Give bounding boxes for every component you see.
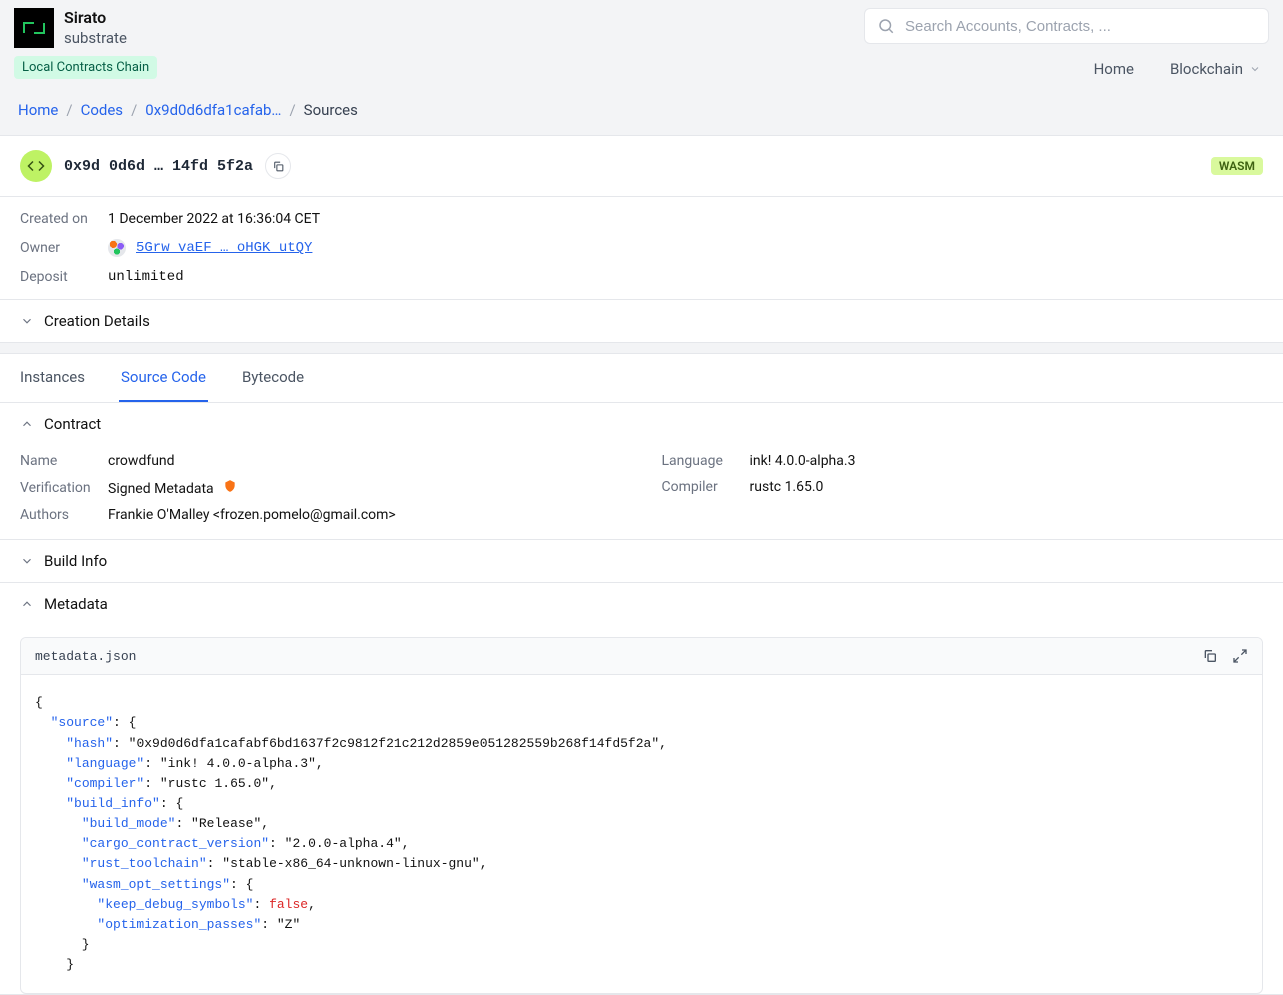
verification-text: Signed Metadata [108, 481, 214, 497]
build-info-title: Build Info [44, 552, 107, 570]
metadata-json: { "source": { "hash": "0x9d0d6dfa1cafabf… [21, 675, 1262, 993]
chain-badge: Local Contracts Chain [14, 56, 157, 79]
brand: Sirato substrate [14, 8, 157, 48]
creation-details-title: Creation Details [44, 312, 150, 330]
chevron-down-icon [20, 314, 34, 328]
authors-value: Frankie O'Malley <frozen.pomelo@gmail.co… [108, 507, 396, 523]
owner-label: Owner [20, 240, 108, 256]
code-hash: 0x9d 0d6d … 14fd 5f2a [64, 158, 253, 175]
brand-title: Sirato [64, 8, 127, 29]
breadcrumb: Home / Codes / 0x9d0d6dfa1cafab… / Sourc… [0, 79, 1283, 135]
metadata-title: Metadata [44, 595, 108, 613]
build-info-toggle[interactable]: Build Info [0, 540, 1283, 582]
brand-subtitle: substrate [64, 29, 127, 49]
tab-instances[interactable]: Instances [18, 354, 87, 402]
breadcrumb-hash[interactable]: 0x9d0d6dfa1cafab… [145, 101, 281, 119]
compiler-value: rustc 1.65.0 [750, 479, 824, 495]
name-value: crowdfund [108, 453, 175, 469]
expand-metadata-button[interactable] [1232, 648, 1248, 664]
deposit-label: Deposit [20, 269, 108, 285]
wasm-badge: WASM [1211, 157, 1263, 175]
chevron-up-icon [20, 417, 34, 431]
copy-metadata-button[interactable] [1202, 648, 1218, 664]
deposit-value: unlimited [108, 269, 184, 285]
nav-home[interactable]: Home [1094, 60, 1134, 78]
contract-toggle[interactable]: Contract [0, 403, 1283, 445]
json-build-mode: Release [199, 816, 254, 831]
owner-link[interactable]: 5Grw vaEF … oHGK utQY [136, 240, 312, 256]
name-label: Name [20, 453, 108, 469]
code-icon [20, 150, 52, 182]
logo-icon [14, 8, 54, 48]
json-compiler: rustc 1.65.0 [168, 776, 262, 791]
json-keep-debug: false [269, 897, 308, 912]
breadcrumb-home[interactable]: Home [18, 101, 58, 119]
search-input[interactable] [905, 18, 1256, 35]
nav-blockchain[interactable]: Blockchain [1170, 60, 1261, 78]
verification-label: Verification [20, 480, 108, 496]
json-cargo-version: 2.0.0-alpha.4 [292, 836, 393, 851]
search-box[interactable] [864, 8, 1269, 44]
chevron-down-icon [20, 554, 34, 568]
metadata-toggle[interactable]: Metadata [0, 582, 1283, 625]
identicon-icon [108, 239, 126, 257]
metadata-filename: metadata.json [35, 649, 136, 664]
created-label: Created on [20, 211, 108, 227]
chevron-down-icon [1249, 63, 1261, 75]
creation-details-toggle[interactable]: Creation Details [0, 299, 1283, 342]
contract-title: Contract [44, 415, 101, 433]
compiler-label: Compiler [662, 479, 750, 495]
language-label: Language [662, 453, 750, 469]
nav-blockchain-label: Blockchain [1170, 60, 1243, 78]
language-value: ink! 4.0.0-alpha.3 [750, 453, 856, 469]
breadcrumb-current: Sources [304, 101, 358, 119]
json-language: ink! 4.0.0-alpha.3 [168, 756, 308, 771]
verification-value: Signed Metadata [108, 479, 237, 497]
tab-bytecode[interactable]: Bytecode [240, 354, 306, 402]
json-toolchain: stable-x86_64-unknown-linux-gnu [230, 856, 472, 871]
chevron-up-icon [20, 597, 34, 611]
tab-source-code[interactable]: Source Code [119, 354, 208, 402]
copy-icon [272, 160, 285, 173]
shield-icon [223, 481, 237, 497]
search-icon [877, 17, 895, 35]
json-hash: 0x9d0d6dfa1cafabf6bd1637f2c9812f21c212d2… [136, 736, 651, 751]
json-opt-passes: Z [285, 917, 293, 932]
created-value: 1 December 2022 at 16:36:04 CET [108, 211, 320, 227]
copy-hash-button[interactable] [265, 153, 291, 179]
breadcrumb-codes[interactable]: Codes [81, 101, 123, 119]
authors-label: Authors [20, 507, 108, 523]
